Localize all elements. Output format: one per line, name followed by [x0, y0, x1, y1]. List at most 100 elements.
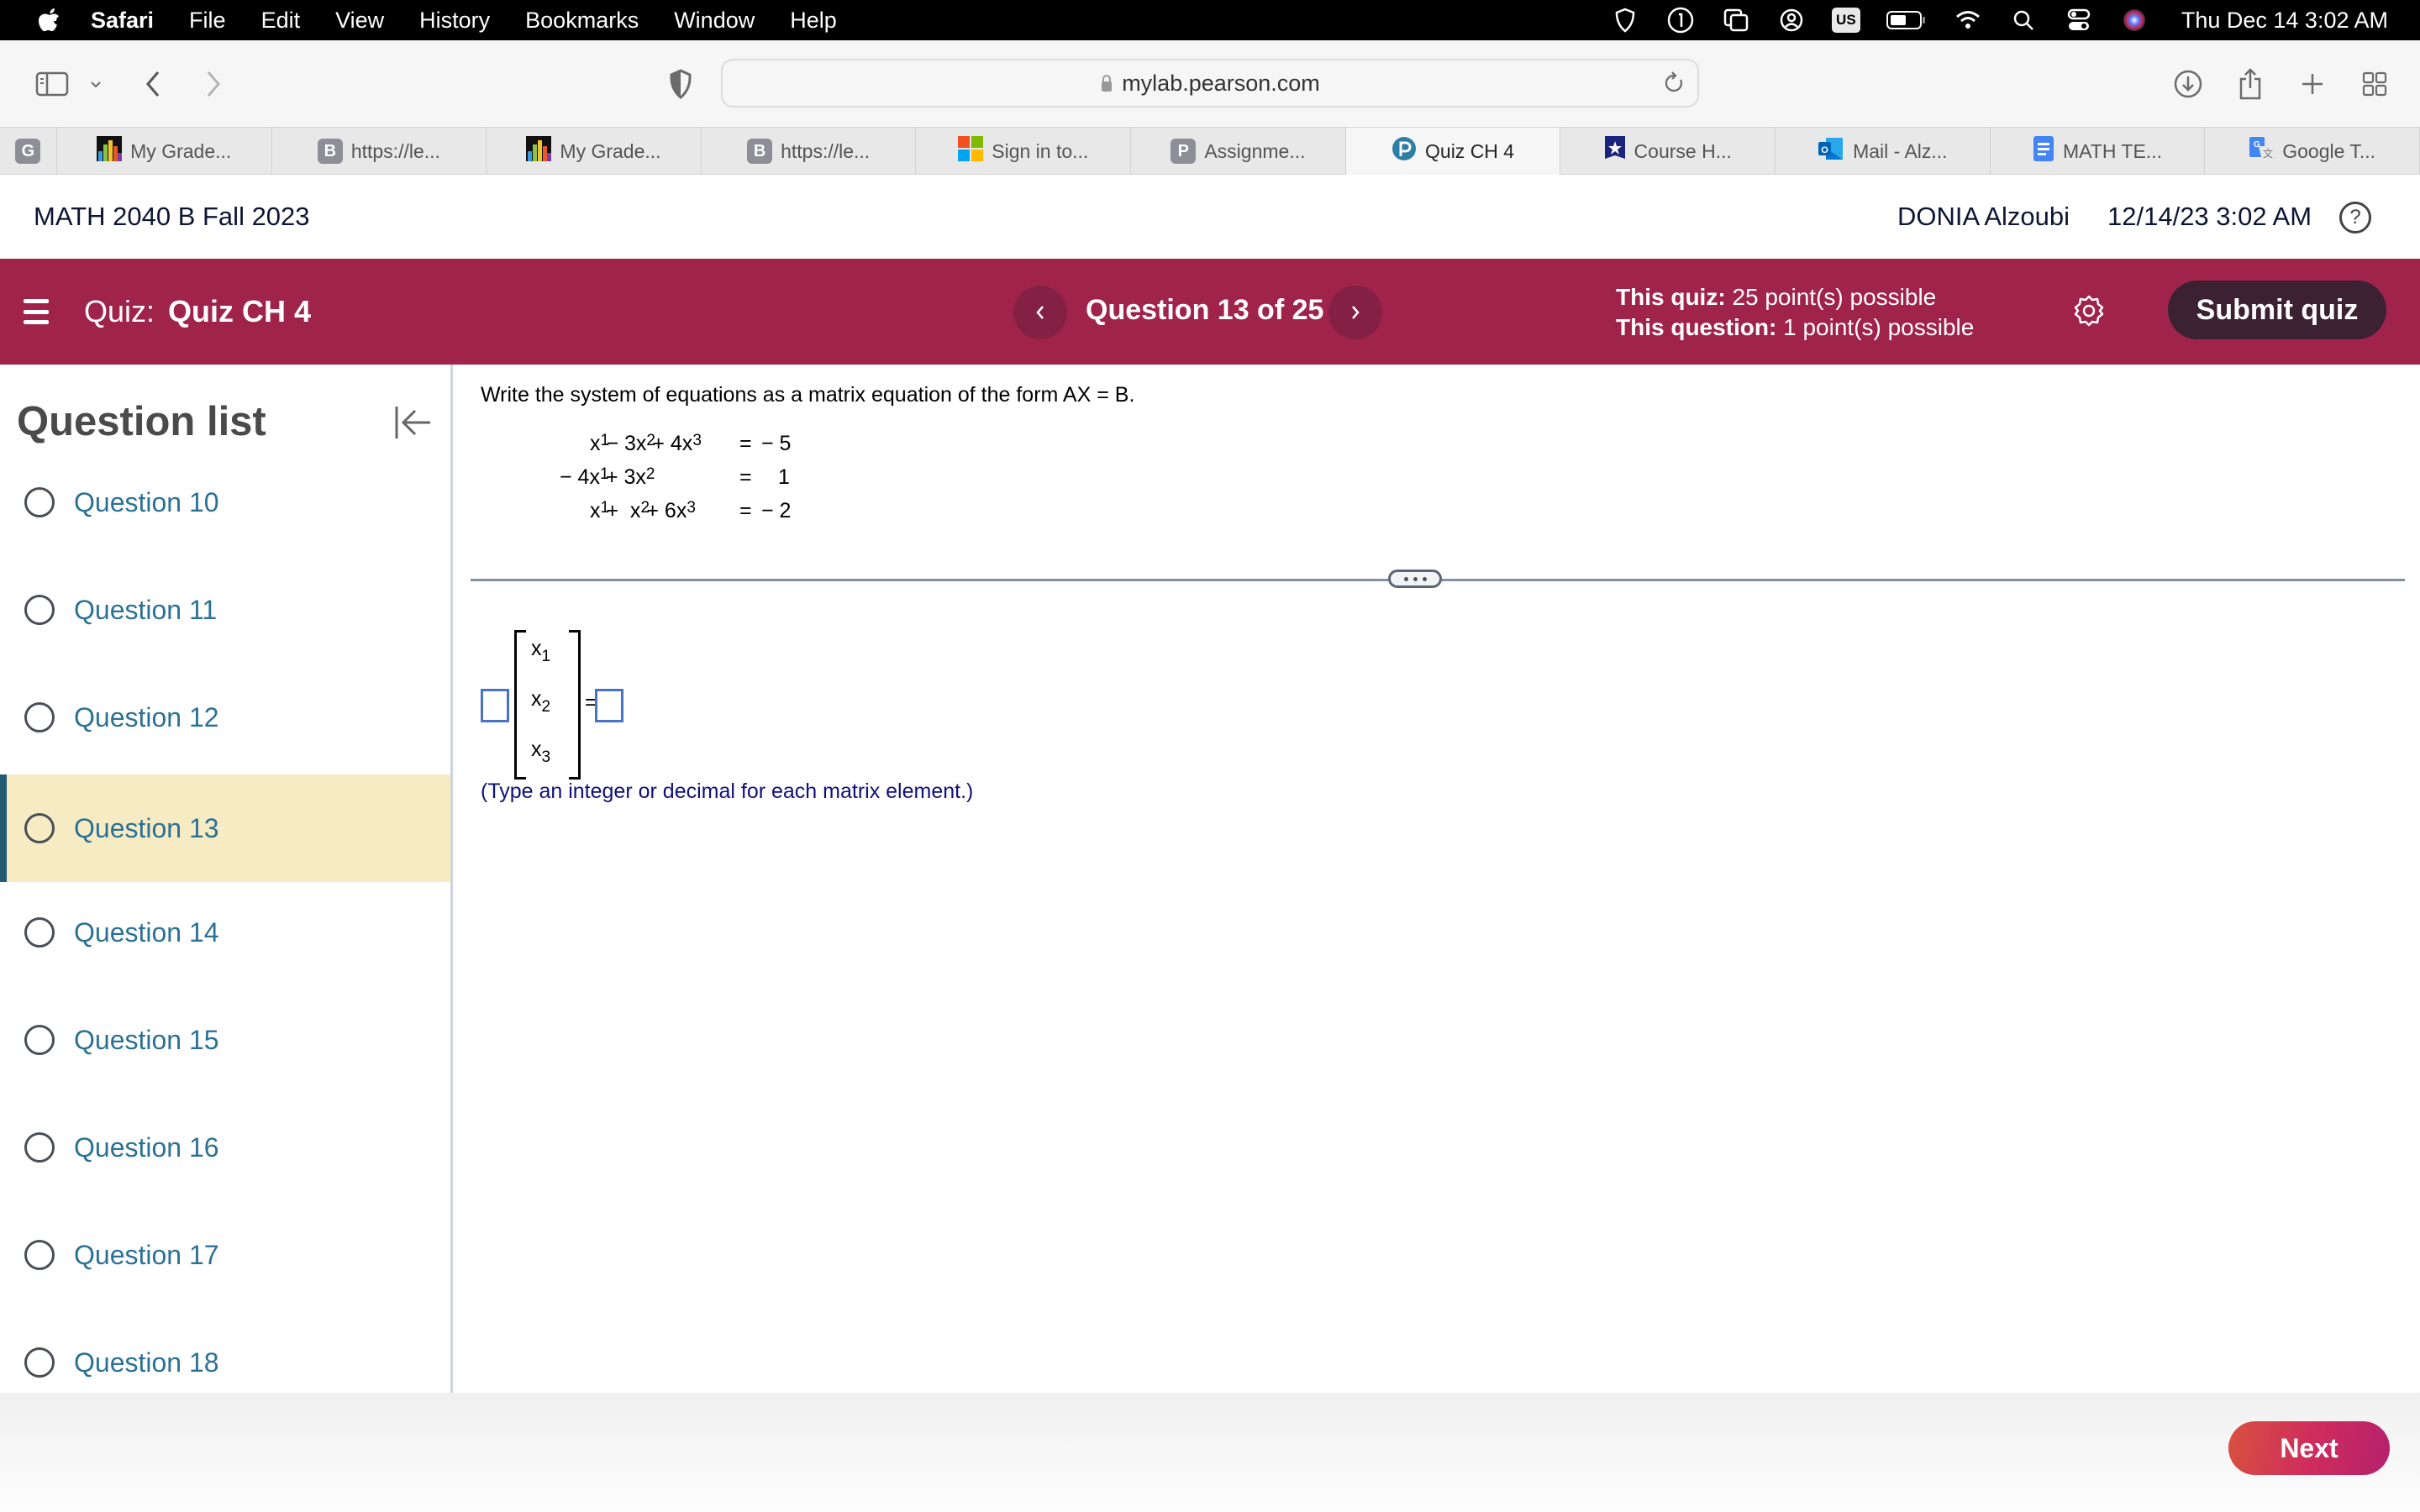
- unanswered-circle-icon: [24, 813, 55, 843]
- question-link[interactable]: Question 17: [74, 1240, 219, 1271]
- tab-course-home[interactable]: Course H...: [1560, 128, 1776, 175]
- course-header: MATH 2040 B Fall 2023 DONIA Alzoubi 12/1…: [0, 175, 2420, 259]
- question-list-item-16[interactable]: Question 16: [0, 1094, 450, 1201]
- tab-label: https://le...: [781, 139, 871, 162]
- menu-file[interactable]: File: [189, 8, 226, 34]
- battery-icon[interactable]: [1886, 5, 1928, 35]
- new-tab-icon[interactable]: [2297, 66, 2328, 102]
- x2-sub: 2: [541, 698, 551, 716]
- question-list-item-12[interactable]: Question 12: [0, 664, 450, 771]
- question-link[interactable]: Question 16: [74, 1132, 219, 1163]
- course-title[interactable]: MATH 2040 B Fall 2023: [34, 202, 310, 232]
- user-circle-icon[interactable]: [1776, 5, 1807, 35]
- equation-row-2: − 4x 1 + 3x 2 = 1: [523, 465, 790, 499]
- question-link[interactable]: Question 15: [74, 1025, 219, 1056]
- question-list-item-10[interactable]: Question 10: [0, 449, 450, 556]
- eq1-sub2: 2: [646, 432, 655, 449]
- answer-format-hint: (Type an integer or decimal for each mat…: [481, 780, 974, 803]
- reload-icon[interactable]: [1662, 71, 1686, 102]
- tab-https-le-2[interactable]: B https://le...: [702, 128, 917, 175]
- shield-icon[interactable]: [1610, 5, 1640, 35]
- quiz-label: Quiz:: [84, 294, 155, 328]
- menu-hamburger-icon[interactable]: [24, 299, 49, 324]
- question-link[interactable]: Question 12: [74, 702, 219, 733]
- sidebar-dropdown-chevron-icon[interactable]: [84, 66, 108, 102]
- one-password-icon[interactable]: [1665, 5, 1696, 35]
- points-info: This quiz: 25 point(s) possible This que…: [1616, 282, 1974, 343]
- share-icon[interactable]: [2235, 66, 2265, 102]
- menu-window[interactable]: Window: [674, 8, 755, 34]
- menu-edit[interactable]: Edit: [261, 8, 301, 34]
- siri-icon[interactable]: [2119, 5, 2149, 35]
- tab-quiz-ch4[interactable]: Quiz CH 4: [1345, 128, 1561, 175]
- question-list-item-13-current[interactable]: Question 13: [0, 774, 450, 882]
- question-list-item-11[interactable]: Question 11: [0, 556, 450, 664]
- menu-history[interactable]: History: [419, 8, 490, 34]
- eq1-x: x: [590, 432, 601, 455]
- eq1-equals: =: [739, 432, 752, 455]
- submit-quiz-button[interactable]: Submit quiz: [2168, 281, 2386, 339]
- menu-view[interactable]: View: [335, 8, 384, 34]
- x1-base: x: [531, 637, 542, 660]
- next-button[interactable]: Next: [2228, 1421, 2390, 1475]
- eq3-equals: =: [739, 499, 752, 522]
- tab-mail[interactable]: O Mail - Alz...: [1776, 128, 1991, 175]
- x1-sub: 1: [541, 648, 551, 665]
- question-link[interactable]: Question 13: [74, 813, 219, 844]
- input-source-badge[interactable]: US: [1831, 8, 1860, 33]
- window-stack-icon[interactable]: [1721, 5, 1751, 35]
- help-icon[interactable]: ?: [2339, 202, 2371, 234]
- tab-label: My Grade...: [560, 139, 661, 162]
- browser-toolbar: mylab.pearson.com: [0, 40, 2420, 128]
- collapse-sidebar-icon[interactable]: [392, 402, 434, 444]
- equation-row-1: x1 − 3x 2 + 4x 3 = − 5: [523, 432, 791, 465]
- privacy-shield-icon[interactable]: [666, 66, 696, 102]
- menu-bookmarks[interactable]: Bookmarks: [525, 8, 639, 34]
- wifi-icon[interactable]: [1953, 5, 1983, 35]
- right-bracket: [569, 630, 581, 780]
- downloads-icon[interactable]: [2171, 66, 2205, 102]
- question-list-item-14[interactable]: Question 14: [0, 879, 450, 986]
- tab-google-translate[interactable]: G文 Google T...: [2205, 128, 2420, 175]
- apple-menu-icon[interactable]: [32, 7, 66, 34]
- control-center-icon[interactable]: [2064, 5, 2094, 35]
- eq2-sub1: 1: [599, 465, 609, 483]
- tab-math-te[interactable]: MATH TE...: [1991, 128, 2206, 175]
- question-link[interactable]: Question 18: [74, 1347, 219, 1378]
- p-favicon-icon: P: [1171, 139, 1197, 164]
- address-bar[interactable]: mylab.pearson.com: [721, 59, 1699, 108]
- menu-bar-clock[interactable]: Thu Dec 14 3:02 AM: [2181, 8, 2388, 34]
- tab-https-le-1[interactable]: B https://le...: [272, 128, 487, 175]
- spotlight-search-icon[interactable]: [2008, 5, 2039, 35]
- unanswered-circle-icon: [24, 1132, 55, 1163]
- question-link[interactable]: Question 11: [74, 595, 217, 626]
- pearson-favicon-icon: [1392, 136, 1417, 166]
- forward-icon[interactable]: [198, 66, 229, 102]
- previous-question-button[interactable]: [1013, 286, 1067, 339]
- question-list-sidebar: Question list Question 10 Question 11 Qu…: [0, 365, 453, 1393]
- menu-help[interactable]: Help: [790, 8, 837, 34]
- tab-assignments[interactable]: P Assignme...: [1131, 128, 1346, 175]
- tab-overview-icon[interactable]: [2360, 66, 2390, 102]
- tab-my-grades-1[interactable]: My Grade...: [57, 128, 272, 175]
- eq2-sub2: 2: [645, 465, 655, 483]
- question-list-item-18[interactable]: Question 18: [0, 1309, 450, 1393]
- question-counter: Question 13 of 25: [1086, 294, 1324, 326]
- sidebar-toggle-icon[interactable]: [34, 66, 71, 102]
- next-question-button[interactable]: [1328, 286, 1382, 339]
- question-points-value: 1 point(s) possible: [1783, 314, 1975, 340]
- tab-sign-in[interactable]: Sign in to...: [916, 128, 1132, 175]
- question-link[interactable]: Question 14: [74, 917, 219, 948]
- matrix-a-input[interactable]: [481, 689, 509, 722]
- divider-resize-handle[interactable]: [1388, 570, 1442, 588]
- tab-my-grades-2[interactable]: My Grade...: [487, 128, 702, 175]
- question-link[interactable]: Question 10: [74, 487, 219, 518]
- tab-pinned-g[interactable]: G: [0, 128, 57, 175]
- bar-chart-favicon-icon: [526, 136, 552, 166]
- question-list-item-15[interactable]: Question 15: [0, 986, 450, 1094]
- settings-gear-icon[interactable]: [2070, 292, 2107, 329]
- back-icon[interactable]: [138, 66, 168, 102]
- matrix-b-input[interactable]: [595, 689, 623, 722]
- question-list-item-17[interactable]: Question 17: [0, 1201, 450, 1309]
- menu-app-safari[interactable]: Safari: [91, 8, 154, 34]
